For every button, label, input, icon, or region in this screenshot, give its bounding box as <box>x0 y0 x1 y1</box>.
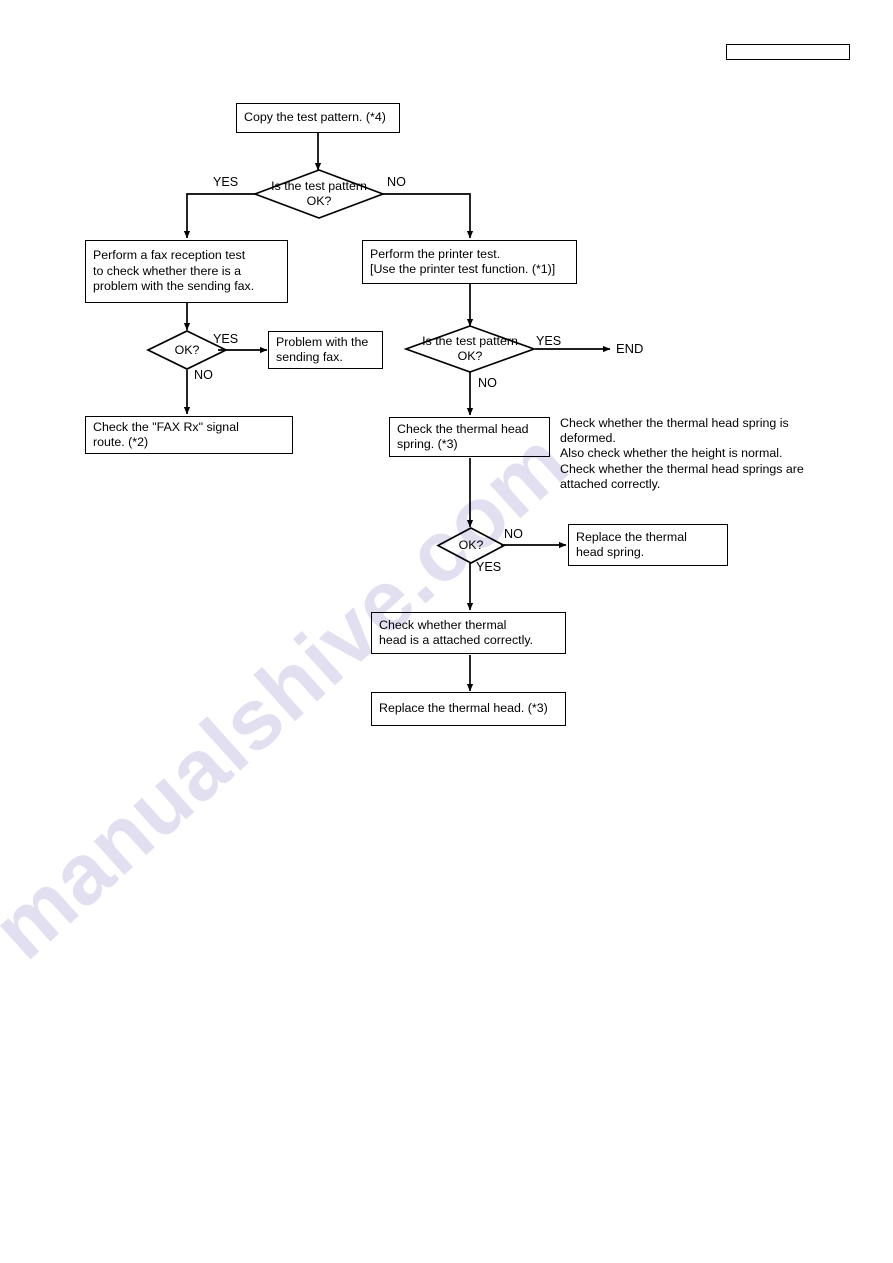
node-end: END <box>616 341 644 356</box>
node-copy-test-pattern: Copy the test pattern. (*4) <box>236 103 400 133</box>
flowchart-page: manualshive.com Copy the test pattern. (… <box>0 0 893 1263</box>
header-empty-box <box>726 44 850 60</box>
node-printer-test: Perform the printer test. [Use the print… <box>362 240 577 284</box>
edge-label-no-left-ok: NO <box>194 368 213 382</box>
edge-label-yes-1: YES <box>213 175 239 189</box>
edge-label-no-right-ok: NO <box>478 376 497 390</box>
node-check-thermal-head-attached: Check whether thermal head is a attached… <box>371 612 566 654</box>
edge-label-yes-left-ok: YES <box>213 332 239 346</box>
edge-label-yes-right-ok: YES <box>536 334 562 348</box>
edge-label-yes-spring-ok: YES <box>476 560 502 574</box>
node-check-fax-rx-route: Check the "FAX Rx" signal route. (*2) <box>85 416 293 454</box>
edge-label-no-1: NO <box>387 175 406 189</box>
flow-layer: Copy the test pattern. (*4) Is the test … <box>0 0 893 1263</box>
node-check-thermal-head-spring: Check the thermal head spring. (*3) <box>389 417 550 457</box>
decision-is-test-pattern-ok-2: Is the test pattern OK? <box>403 325 537 373</box>
decision-is-test-pattern-ok-1: Is the test pattern OK? <box>252 169 386 219</box>
node-replace-thermal-head: Replace the thermal head. (*3) <box>371 692 566 726</box>
node-replace-thermal-head-spring: Replace the thermal head spring. <box>568 524 728 566</box>
node-fax-reception-test: Perform a fax reception test to check wh… <box>85 240 288 303</box>
decision-ok-spring: OK? <box>436 527 506 564</box>
note-thermal-head-spring: Check whether the thermal head spring is… <box>560 416 804 491</box>
node-problem-sending-fax: Problem with the sending fax. <box>268 331 383 369</box>
edge-label-no-spring-ok: NO <box>504 527 523 541</box>
